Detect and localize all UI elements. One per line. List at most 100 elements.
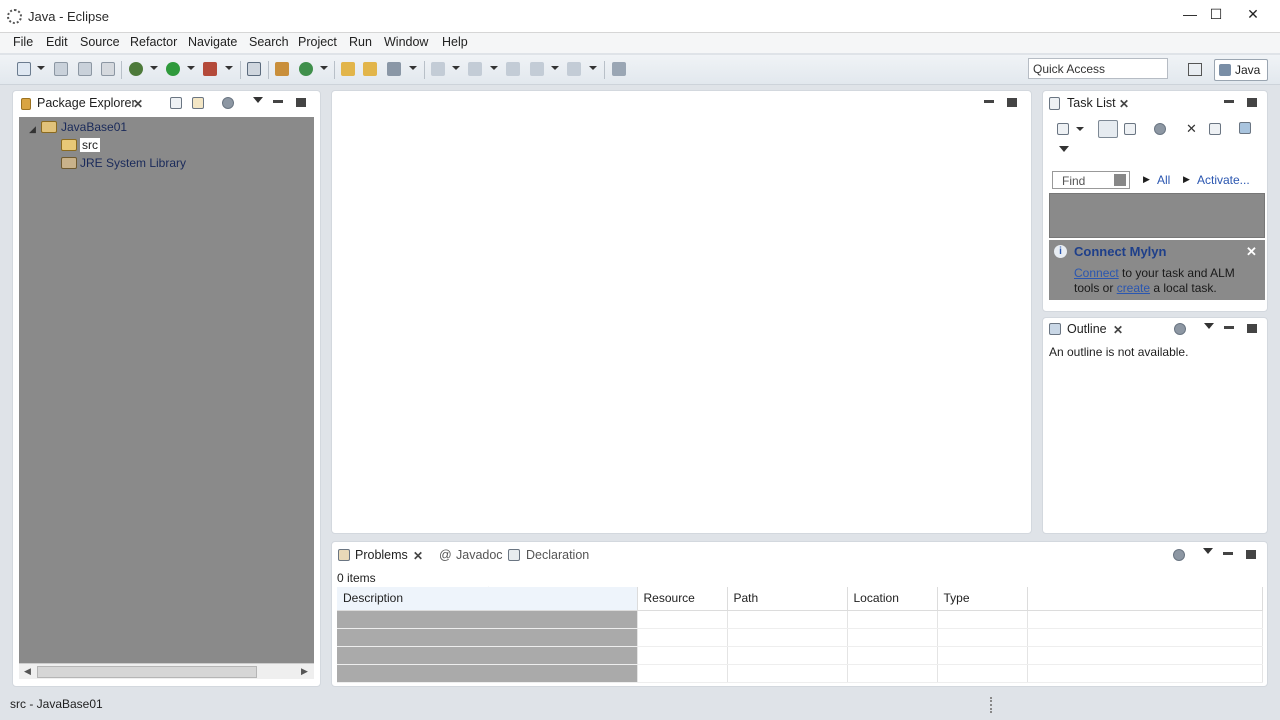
- run-dropdown-icon[interactable]: [187, 66, 195, 70]
- tab-package-explorer[interactable]: Package Explorer ✕: [18, 92, 150, 116]
- tab-outline[interactable]: Outline ✕: [1046, 318, 1130, 342]
- focus-active-task-icon[interactable]: [1174, 323, 1186, 335]
- menu-source[interactable]: Source: [80, 35, 120, 49]
- clear-find-icon[interactable]: [1114, 174, 1126, 186]
- open-type-icon[interactable]: [341, 62, 355, 76]
- menu-refactor[interactable]: Refactor: [130, 35, 177, 49]
- scroll-left-icon[interactable]: ◀: [24, 666, 31, 677]
- view-menu-icon[interactable]: [253, 97, 263, 103]
- view-menu-icon[interactable]: [1059, 146, 1069, 152]
- maximize-view-icon[interactable]: [1246, 550, 1256, 559]
- scrollbar-thumb[interactable]: [37, 666, 257, 678]
- activate-task-link[interactable]: Activate...: [1197, 173, 1250, 187]
- maximize-view-icon[interactable]: [1247, 324, 1257, 333]
- next-annotation-dropdown-icon[interactable]: [452, 66, 460, 70]
- back-dropdown-icon[interactable]: [551, 66, 559, 70]
- maximize-button[interactable]: ☐: [1201, 4, 1231, 26]
- debug-icon[interactable]: [129, 62, 143, 76]
- debug-dropdown-icon[interactable]: [150, 66, 158, 70]
- filter-all-link[interactable]: All: [1157, 173, 1170, 187]
- hide-completed-icon[interactable]: ✕: [1186, 122, 1198, 135]
- close-icon[interactable]: ✕: [413, 549, 423, 563]
- search-dropdown-icon[interactable]: [409, 66, 417, 70]
- menu-edit[interactable]: Edit: [46, 35, 68, 49]
- view-menu-icon[interactable]: [1203, 548, 1213, 554]
- menu-project[interactable]: Project: [298, 35, 337, 49]
- menu-run[interactable]: Run: [349, 35, 372, 49]
- back-icon[interactable]: [530, 62, 544, 76]
- forward-icon[interactable]: [567, 62, 581, 76]
- maximize-view-icon[interactable]: [1247, 98, 1257, 107]
- menu-file[interactable]: File: [13, 35, 33, 49]
- close-icon[interactable]: ✕: [1119, 97, 1129, 111]
- menu-navigate[interactable]: Navigate: [188, 35, 237, 49]
- external-tools-dropdown-icon[interactable]: [225, 66, 233, 70]
- task-find-input[interactable]: Find: [1052, 171, 1130, 189]
- tree-item-src[interactable]: src: [80, 138, 100, 152]
- column-header-path[interactable]: Path: [727, 587, 848, 611]
- new-icon[interactable]: [17, 62, 31, 76]
- previous-annotation-dropdown-icon[interactable]: [490, 66, 498, 70]
- menu-help[interactable]: Help: [442, 35, 468, 49]
- minimize-view-icon[interactable]: [1224, 100, 1234, 103]
- focus-active-task-icon[interactable]: [1173, 549, 1185, 561]
- tab-declaration[interactable]: Declaration: [507, 544, 597, 568]
- scheduled-icon[interactable]: [1124, 123, 1136, 135]
- close-button[interactable]: ✕: [1238, 4, 1268, 26]
- horizontal-scrollbar[interactable]: ◀ ▶: [19, 663, 314, 679]
- run-icon[interactable]: [166, 62, 180, 76]
- create-link[interactable]: create: [1117, 281, 1150, 295]
- categorized-icon[interactable]: [1098, 120, 1118, 138]
- minimize-editor-icon[interactable]: [984, 100, 994, 103]
- collapse-all-icon[interactable]: [1209, 123, 1221, 135]
- new-task-icon[interactable]: [1057, 123, 1069, 135]
- maximize-view-icon[interactable]: [296, 98, 306, 107]
- perspective-java-button[interactable]: Java: [1214, 59, 1268, 81]
- new-class-dropdown-icon[interactable]: [320, 66, 328, 70]
- collapse-arrow-icon[interactable]: ◢: [29, 124, 36, 135]
- last-edit-location-icon[interactable]: [506, 62, 520, 76]
- minimize-view-icon[interactable]: [273, 100, 283, 103]
- column-header-type[interactable]: Type: [937, 587, 1028, 611]
- column-header-location[interactable]: Location: [847, 587, 938, 611]
- open-perspective-icon[interactable]: [1188, 63, 1202, 76]
- focus-active-task-icon[interactable]: [222, 97, 234, 109]
- print-icon[interactable]: [101, 62, 115, 76]
- maximize-editor-icon[interactable]: [1007, 98, 1017, 107]
- focus-workweek-icon[interactable]: [1154, 123, 1166, 135]
- quick-access-input[interactable]: Quick Access: [1028, 58, 1168, 79]
- dismiss-icon[interactable]: ✕: [1246, 244, 1257, 260]
- minimize-view-icon[interactable]: [1223, 552, 1233, 555]
- previous-annotation-icon[interactable]: [468, 62, 482, 76]
- save-all-icon[interactable]: [78, 62, 92, 76]
- next-annotation-icon[interactable]: [431, 62, 445, 76]
- close-icon[interactable]: ✕: [133, 97, 143, 111]
- search-icon[interactable]: [387, 62, 401, 76]
- save-icon[interactable]: [54, 62, 68, 76]
- tree-item-project[interactable]: JavaBase01: [61, 120, 127, 134]
- synchronize-icon[interactable]: [1239, 122, 1251, 134]
- tree-item-jre-library[interactable]: JRE System Library: [80, 156, 186, 170]
- tab-problems[interactable]: Problems ✕: [336, 544, 432, 568]
- view-menu-icon[interactable]: [1204, 323, 1214, 329]
- tab-javadoc[interactable]: @ Javadoc: [437, 544, 503, 568]
- new-java-package-icon[interactable]: [275, 62, 289, 76]
- collapse-all-icon[interactable]: [170, 97, 182, 109]
- link-with-editor-icon[interactable]: [192, 97, 204, 109]
- new-java-class-icon[interactable]: [299, 62, 313, 76]
- external-tools-icon[interactable]: [203, 62, 217, 76]
- new-task-dropdown-icon[interactable]: [1076, 127, 1084, 131]
- scroll-right-icon[interactable]: ▶: [301, 666, 308, 677]
- menu-search[interactable]: Search: [249, 35, 289, 49]
- column-header-description[interactable]: Description: [337, 587, 638, 611]
- close-icon[interactable]: ✕: [1113, 323, 1123, 337]
- tab-task-list[interactable]: Task List ✕: [1046, 92, 1136, 116]
- forward-dropdown-icon[interactable]: [589, 66, 597, 70]
- column-header-resource[interactable]: Resource: [637, 587, 728, 611]
- open-task-icon[interactable]: [363, 62, 377, 76]
- pin-editor-icon[interactable]: [612, 62, 626, 76]
- minimize-view-icon[interactable]: [1224, 326, 1234, 329]
- new-dropdown-icon[interactable]: [37, 66, 45, 70]
- connect-link[interactable]: Connect: [1074, 266, 1119, 280]
- skip-breakpoints-icon[interactable]: [247, 62, 261, 76]
